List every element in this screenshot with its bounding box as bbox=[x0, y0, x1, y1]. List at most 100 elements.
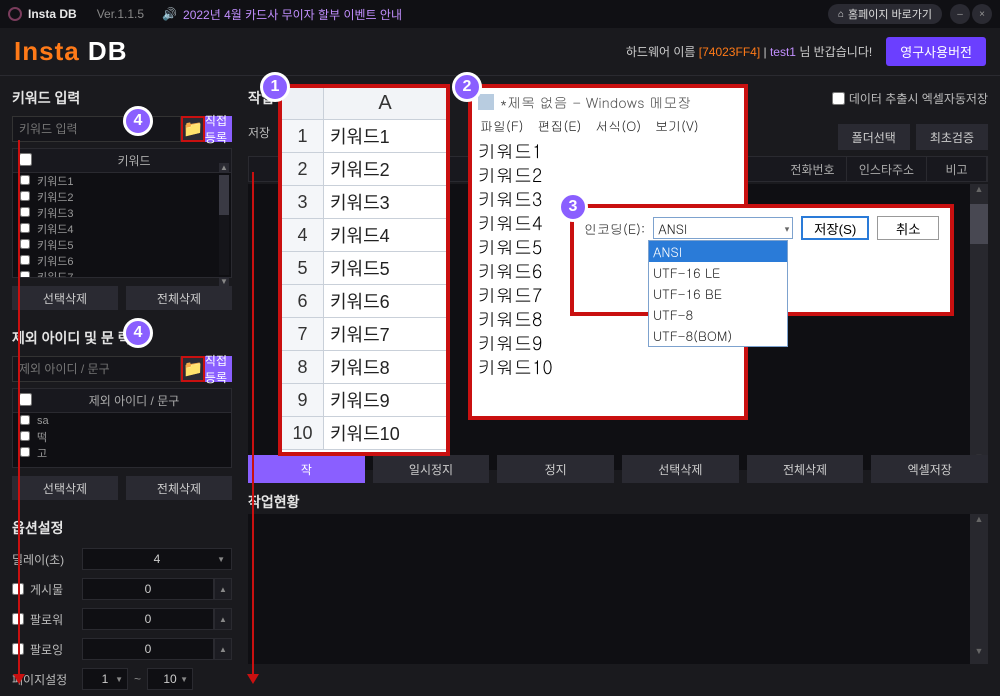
encoding-cancel-button[interactable]: 취소 bbox=[877, 216, 939, 240]
ctrl-all-delete-button[interactable]: 전체삭제 bbox=[747, 455, 864, 483]
excel-save-button[interactable]: 엑셀저장 bbox=[871, 455, 988, 483]
notepad-menu-view[interactable]: 보기(V) bbox=[655, 116, 699, 138]
excel-cell[interactable]: 키워드3 bbox=[324, 186, 446, 218]
exclude-input[interactable] bbox=[12, 356, 181, 382]
scroll-thumb[interactable] bbox=[219, 175, 229, 215]
scroll-down-icon[interactable]: ▼ bbox=[219, 277, 229, 287]
excel-row[interactable]: 2키워드2 bbox=[282, 153, 446, 186]
encoding-option[interactable]: UTF-8(BOM) bbox=[649, 325, 787, 346]
excel-rownum[interactable]: 10 bbox=[282, 417, 324, 449]
scroll-up-icon[interactable]: ▲ bbox=[970, 514, 988, 532]
excel-rownum[interactable]: 8 bbox=[282, 351, 324, 383]
notepad-menu-edit[interactable]: 편집(E) bbox=[538, 116, 582, 138]
scroll-up-icon[interactable]: ▲ bbox=[219, 163, 229, 173]
encoding-dropdown[interactable]: ANSI ▾ bbox=[653, 217, 793, 239]
encoding-option[interactable]: UTF-16 BE bbox=[649, 283, 787, 304]
exclude-select-all-checkbox[interactable] bbox=[19, 393, 32, 406]
following-value[interactable]: 0 bbox=[82, 638, 214, 660]
keyword-scrollbar[interactable]: ▲ ▼ bbox=[219, 175, 229, 275]
exclude-register-button[interactable]: 직접등록 bbox=[205, 356, 232, 382]
excel-row[interactable]: 7키워드7 bbox=[282, 318, 446, 351]
list-item[interactable]: 키워드1 bbox=[13, 173, 231, 189]
excel-row[interactable]: 8키워드8 bbox=[282, 351, 446, 384]
excel-rownum[interactable]: 1 bbox=[282, 120, 324, 152]
list-item[interactable]: 키워드6 bbox=[13, 253, 231, 269]
list-item[interactable]: 키워드7 bbox=[13, 269, 231, 277]
excel-rownum[interactable]: 9 bbox=[282, 384, 324, 416]
license-button[interactable]: 영구사용버전 bbox=[886, 37, 986, 66]
ctrl-select-delete-button[interactable]: 선택삭제 bbox=[622, 455, 739, 483]
list-item[interactable]: 고 bbox=[13, 445, 231, 461]
status-scrollbar[interactable]: ▲ ▼ bbox=[970, 514, 988, 664]
delay-dropdown[interactable]: 4▼ bbox=[82, 548, 232, 570]
excel-cell[interactable]: 키워드9 bbox=[324, 384, 446, 416]
encoding-dialog: 인코딩(E): ANSI ▾ 저장(S) 취소 ANSIUTF-16 LEUTF… bbox=[570, 204, 954, 316]
keyword-folder-button[interactable]: 📁 bbox=[181, 116, 205, 142]
notepad-menu-file[interactable]: 파일(F) bbox=[480, 116, 524, 138]
excel-cell[interactable]: 키워드1 bbox=[324, 120, 446, 152]
work-scrollbar[interactable]: ▲ ▼ bbox=[970, 184, 988, 470]
scroll-thumb[interactable] bbox=[970, 204, 988, 244]
excel-row[interactable]: 9키워드9 bbox=[282, 384, 446, 417]
list-item[interactable]: 떡 bbox=[13, 429, 231, 445]
folder-select-button[interactable]: 폴더선택 bbox=[838, 124, 910, 150]
keyword-all-delete-button[interactable]: 전체삭제 bbox=[126, 286, 232, 310]
exclude-select-delete-button[interactable]: 선택삭제 bbox=[12, 476, 118, 500]
autosave-checkbox-label[interactable]: 데이터 추출시 엑셀자동저장 bbox=[832, 90, 988, 107]
pause-button[interactable]: 일시정지 bbox=[373, 455, 490, 483]
excel-rownum[interactable]: 4 bbox=[282, 219, 324, 251]
excel-cell[interactable]: 키워드7 bbox=[324, 318, 446, 350]
excel-row[interactable]: 4키워드4 bbox=[282, 219, 446, 252]
posts-value[interactable]: 0 bbox=[82, 578, 214, 600]
keyword-input[interactable] bbox=[12, 116, 181, 142]
posts-step-up[interactable]: ▲ bbox=[214, 578, 232, 600]
excel-cell[interactable]: 키워드2 bbox=[324, 153, 446, 185]
scroll-down-icon[interactable]: ▼ bbox=[970, 646, 988, 664]
chevron-down-icon: ▾ bbox=[785, 222, 790, 235]
keyword-select-delete-button[interactable]: 선택삭제 bbox=[12, 286, 118, 310]
encoding-option[interactable]: UTF-8 bbox=[649, 304, 787, 325]
encoding-option[interactable]: ANSI bbox=[649, 241, 787, 262]
list-item[interactable]: 키워드3 bbox=[13, 205, 231, 221]
follower-step-up[interactable]: ▲ bbox=[214, 608, 232, 630]
excel-rownum[interactable]: 6 bbox=[282, 285, 324, 317]
excel-row[interactable]: 5키워드5 bbox=[282, 252, 446, 285]
notepad-menu-format[interactable]: 서식(O) bbox=[595, 116, 641, 138]
exclude-folder-button[interactable]: 📁 bbox=[181, 356, 205, 382]
excel-rownum[interactable]: 3 bbox=[282, 186, 324, 218]
excel-cell[interactable]: 키워드8 bbox=[324, 351, 446, 383]
list-item[interactable]: 키워드4 bbox=[13, 221, 231, 237]
keyword-select-all-checkbox[interactable] bbox=[19, 153, 32, 166]
homepage-button[interactable]: ⌂ 홈페이지 바로가기 bbox=[828, 4, 942, 24]
minimize-button[interactable]: – bbox=[950, 4, 970, 24]
first-verify-button[interactable]: 최초검증 bbox=[916, 124, 988, 150]
excel-cell[interactable]: 키워드4 bbox=[324, 219, 446, 251]
encoding-option[interactable]: UTF-16 LE bbox=[649, 262, 787, 283]
page-from-dropdown[interactable]: 1▼ bbox=[82, 668, 128, 690]
list-item[interactable]: 키워드2 bbox=[13, 189, 231, 205]
page-to-dropdown[interactable]: 10▼ bbox=[147, 668, 193, 690]
excel-rownum[interactable]: 7 bbox=[282, 318, 324, 350]
excel-cell[interactable]: 키워드5 bbox=[324, 252, 446, 284]
follower-value[interactable]: 0 bbox=[82, 608, 214, 630]
keyword-register-button[interactable]: 직접등록 bbox=[205, 116, 232, 142]
excel-cell[interactable]: 키워드6 bbox=[324, 285, 446, 317]
stop-button[interactable]: 정지 bbox=[497, 455, 614, 483]
excel-row[interactable]: 10키워드10 bbox=[282, 417, 446, 450]
close-button[interactable]: × bbox=[972, 4, 992, 24]
excel-cell[interactable]: 키워드10 bbox=[324, 417, 446, 449]
start-button[interactable]: 작 bbox=[248, 455, 365, 483]
excel-rownum[interactable]: 2 bbox=[282, 153, 324, 185]
excel-row[interactable]: 1키워드1 bbox=[282, 120, 446, 153]
exclude-all-delete-button[interactable]: 전체삭제 bbox=[126, 476, 232, 500]
excel-rownum[interactable]: 5 bbox=[282, 252, 324, 284]
following-step-up[interactable]: ▲ bbox=[214, 638, 232, 660]
scroll-up-icon[interactable]: ▲ bbox=[970, 184, 988, 202]
excel-row[interactable]: 3키워드3 bbox=[282, 186, 446, 219]
encoding-save-button[interactable]: 저장(S) bbox=[801, 216, 869, 240]
autosave-checkbox[interactable] bbox=[832, 92, 845, 105]
excel-col-a[interactable]: A bbox=[324, 88, 446, 119]
excel-row[interactable]: 6키워드6 bbox=[282, 285, 446, 318]
list-item[interactable]: sa bbox=[13, 413, 231, 429]
list-item[interactable]: 키워드5 bbox=[13, 237, 231, 253]
